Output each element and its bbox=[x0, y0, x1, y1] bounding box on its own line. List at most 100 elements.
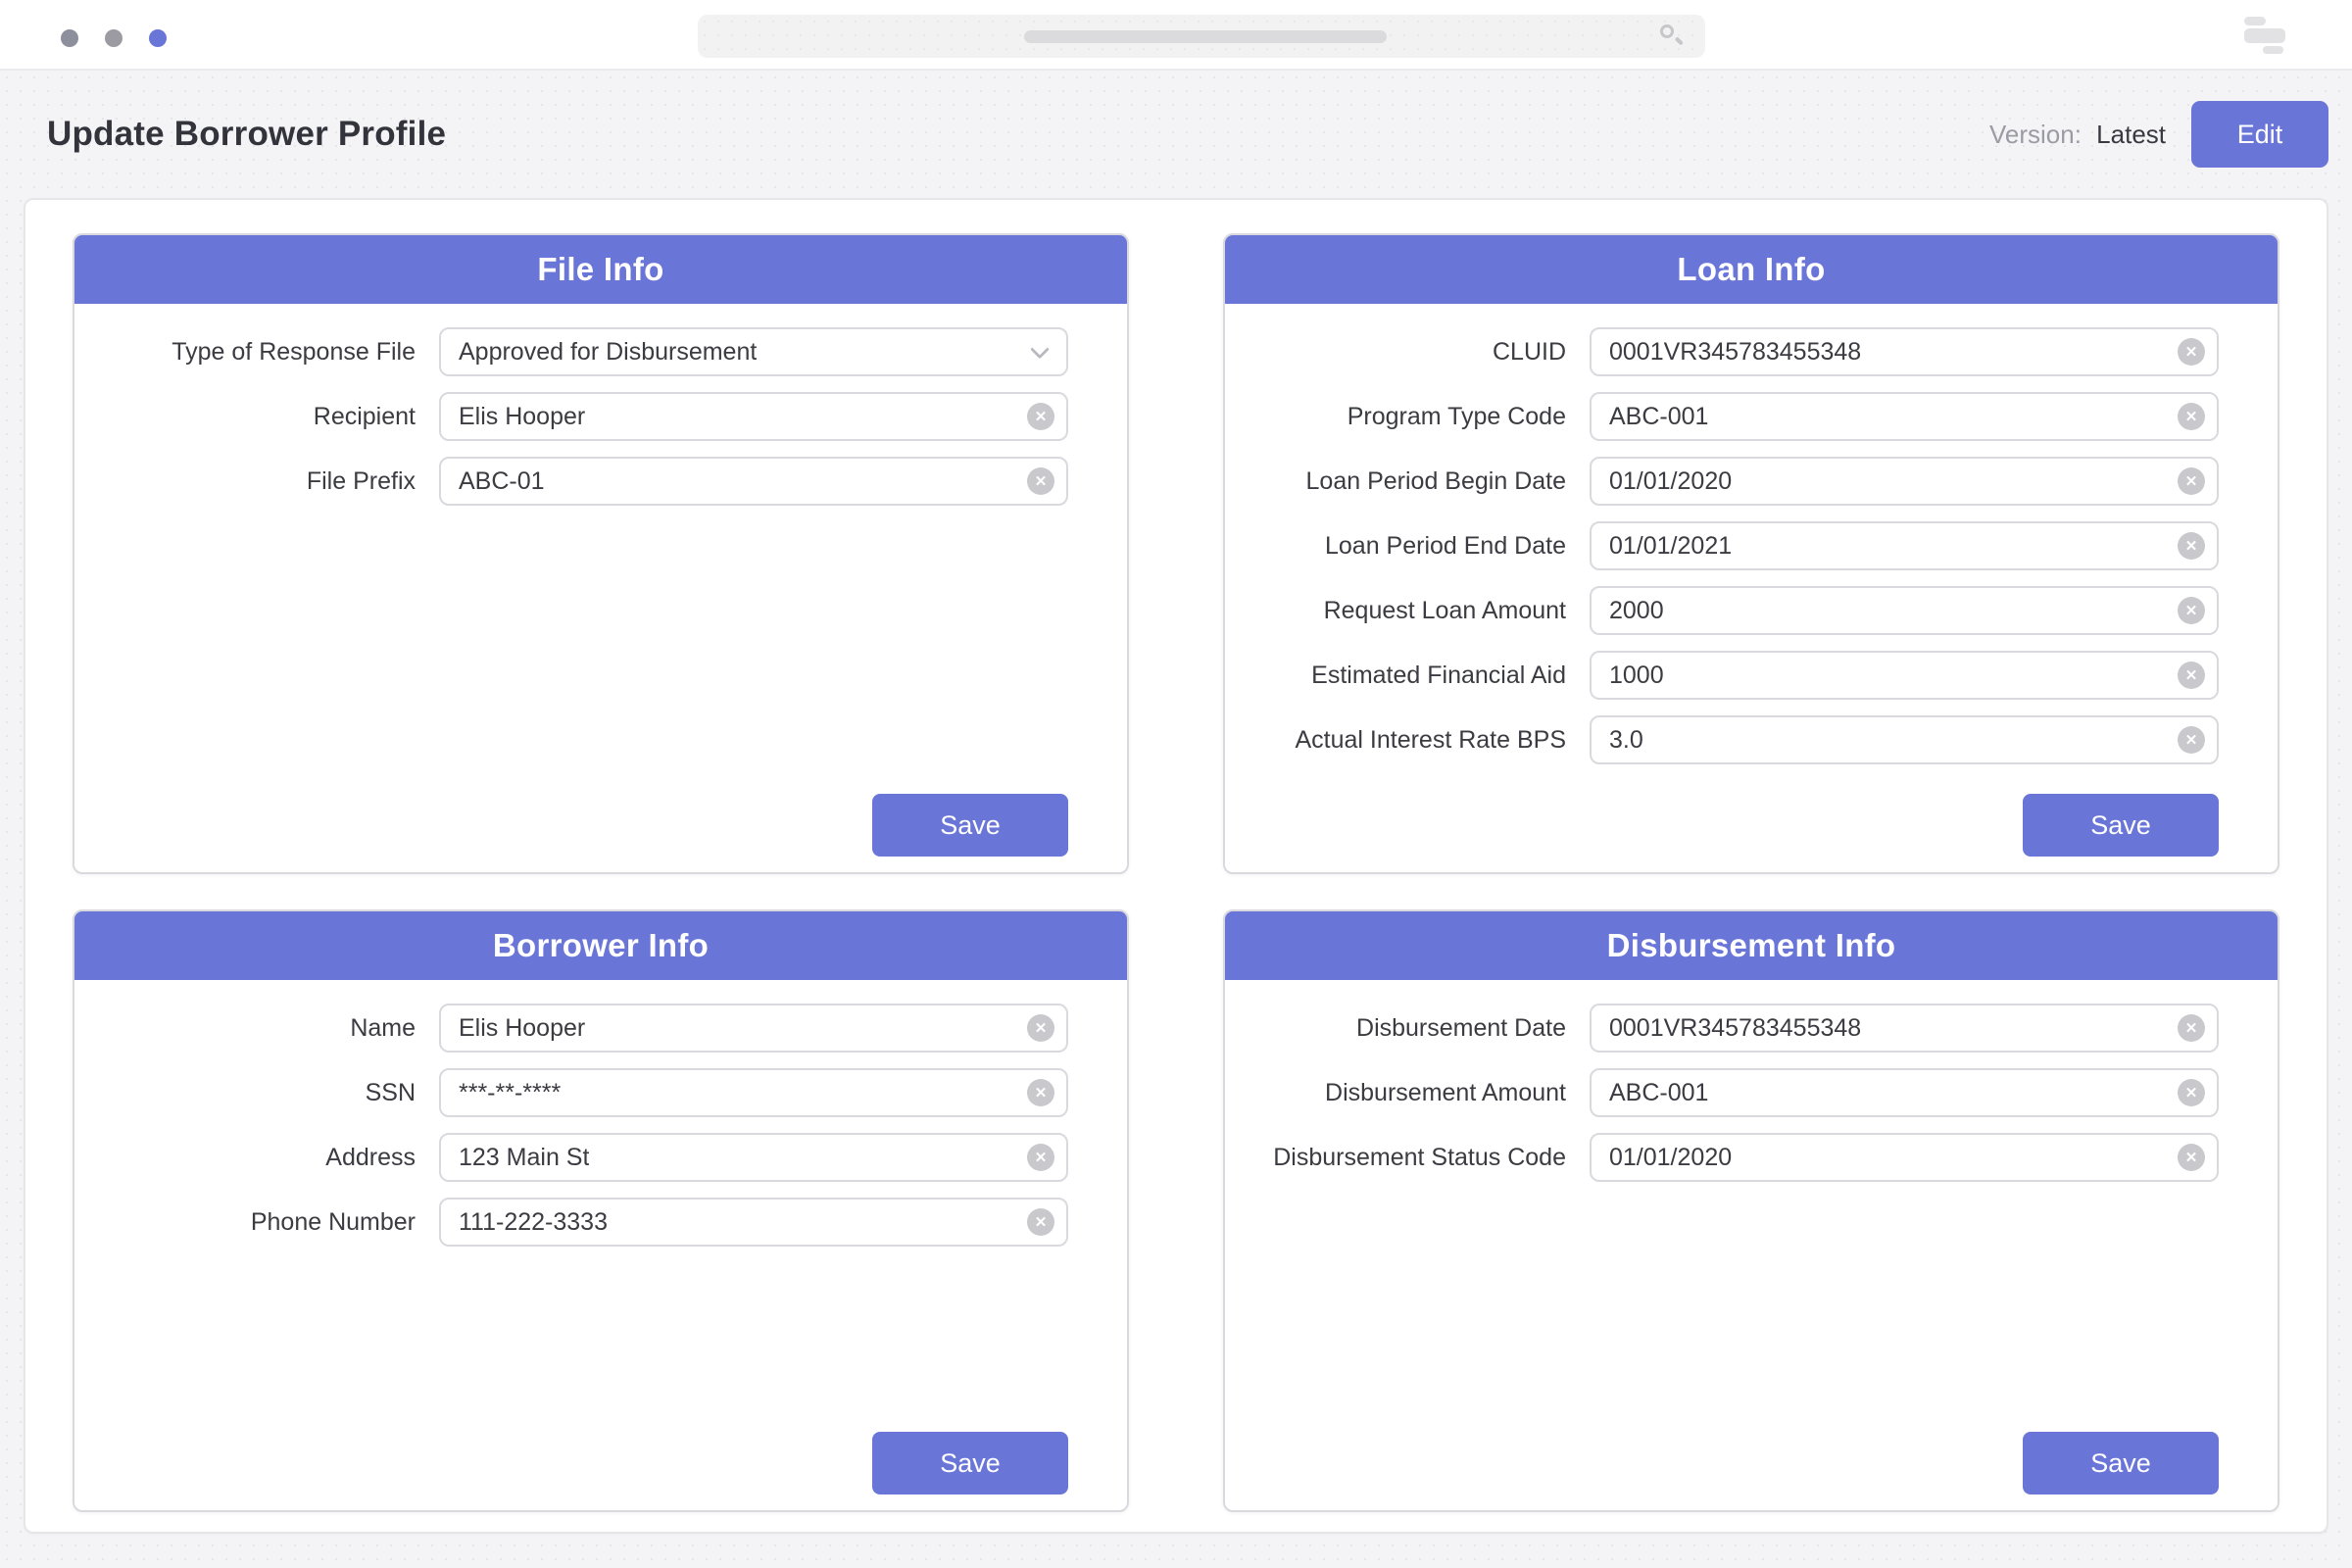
field-label: File Prefix bbox=[110, 467, 416, 496]
input-phone-number[interactable]: 111-222-3333 ✕ bbox=[439, 1198, 1068, 1247]
field-request-loan-amount: Request Loan Amount 2000 ✕ bbox=[1225, 586, 2278, 635]
field-name: Name Elis Hooper ✕ bbox=[74, 1004, 1127, 1053]
clear-icon[interactable]: ✕ bbox=[2178, 1014, 2205, 1042]
edit-button[interactable]: Edit bbox=[2191, 101, 2328, 168]
clear-icon[interactable]: ✕ bbox=[1027, 403, 1054, 430]
card-header: Loan Info bbox=[1225, 235, 2278, 304]
field-label: Phone Number bbox=[110, 1208, 416, 1237]
clear-icon[interactable]: ✕ bbox=[2178, 338, 2205, 366]
clear-icon[interactable]: ✕ bbox=[2178, 403, 2205, 430]
field-type-of-response-file: Type of Response File Approved for Disbu… bbox=[74, 327, 1127, 376]
input-disbursement-date[interactable]: 0001VR345783455348 ✕ bbox=[1590, 1004, 2219, 1053]
field-label: Recipient bbox=[110, 403, 416, 431]
field-label: Name bbox=[110, 1014, 416, 1043]
field-label: Program Type Code bbox=[1260, 403, 1566, 431]
window-dot-1[interactable] bbox=[61, 29, 78, 47]
clear-icon[interactable]: ✕ bbox=[1027, 1144, 1054, 1171]
save-row: Save bbox=[74, 794, 1127, 872]
clear-icon[interactable]: ✕ bbox=[1027, 1208, 1054, 1236]
field-value: 1000 bbox=[1609, 662, 1664, 690]
field-disbursement-status-code: Disbursement Status Code 01/01/2020 ✕ bbox=[1225, 1133, 2278, 1182]
field-estimated-financial-aid: Estimated Financial Aid 1000 ✕ bbox=[1225, 651, 2278, 700]
input-ssn[interactable]: ***-**-**** ✕ bbox=[439, 1068, 1068, 1117]
field-label: CLUID bbox=[1260, 338, 1566, 367]
card-header: Disbursement Info bbox=[1225, 911, 2278, 980]
field-disbursement-amount: Disbursement Amount ABC-001 ✕ bbox=[1225, 1068, 2278, 1117]
field-value: Approved for Disbursement bbox=[459, 338, 757, 367]
field-value: 111-222-3333 bbox=[459, 1208, 608, 1237]
save-button-loan-info[interactable]: Save bbox=[2023, 794, 2219, 857]
clear-icon[interactable]: ✕ bbox=[1027, 467, 1054, 495]
save-button-disbursement-info[interactable]: Save bbox=[2023, 1432, 2219, 1494]
clear-icon[interactable]: ✕ bbox=[1027, 1014, 1054, 1042]
input-disbursement-status-code[interactable]: 01/01/2020 ✕ bbox=[1590, 1133, 2219, 1182]
field-label: Disbursement Date bbox=[1260, 1014, 1566, 1043]
field-value: ABC-001 bbox=[1609, 403, 1708, 431]
field-label: Type of Response File bbox=[110, 338, 416, 367]
field-value: Elis Hooper bbox=[459, 403, 585, 431]
card-title: Borrower Info bbox=[493, 927, 709, 964]
input-recipient[interactable]: Elis Hooper ✕ bbox=[439, 392, 1068, 441]
page-header: Update Borrower Profile Version: Latest … bbox=[0, 71, 2352, 198]
window-dot-3[interactable] bbox=[149, 29, 167, 47]
field-value: 3.0 bbox=[1609, 726, 1643, 755]
address-search-bar[interactable] bbox=[698, 15, 1705, 58]
input-file-prefix[interactable]: ABC-01 ✕ bbox=[439, 457, 1068, 506]
clear-icon[interactable]: ✕ bbox=[2178, 1079, 2205, 1106]
clear-icon[interactable]: ✕ bbox=[2178, 532, 2205, 560]
select-type-of-response-file[interactable]: Approved for Disbursement bbox=[439, 327, 1068, 376]
field-label: Disbursement Status Code bbox=[1260, 1144, 1566, 1172]
card-grid: File Info Type of Response File Approved… bbox=[73, 233, 2279, 1512]
clear-icon[interactable]: ✕ bbox=[2178, 726, 2205, 754]
field-value: 0001VR345783455348 bbox=[1609, 1014, 1861, 1043]
version-label: Version: bbox=[1989, 120, 2082, 149]
field-address: Address 123 Main St ✕ bbox=[74, 1133, 1127, 1182]
card-disbursement-info: Disbursement Info Disbursement Date 0001… bbox=[1223, 909, 2279, 1512]
field-value: ABC-01 bbox=[459, 467, 545, 496]
field-phone-number: Phone Number 111-222-3333 ✕ bbox=[74, 1198, 1127, 1247]
field-value: 01/01/2020 bbox=[1609, 1144, 1732, 1172]
save-row: Save bbox=[74, 1432, 1127, 1510]
input-loan-period-begin-date[interactable]: 01/01/2020 ✕ bbox=[1590, 457, 2219, 506]
search-icon[interactable] bbox=[1660, 24, 1684, 48]
field-value: 123 Main St bbox=[459, 1144, 589, 1172]
chevron-down-icon bbox=[1030, 340, 1050, 360]
field-label: Request Loan Amount bbox=[1260, 597, 1566, 625]
field-value: ABC-001 bbox=[1609, 1079, 1708, 1107]
field-value: 2000 bbox=[1609, 597, 1664, 625]
save-row: Save bbox=[1225, 794, 2278, 872]
input-address[interactable]: 123 Main St ✕ bbox=[439, 1133, 1068, 1182]
input-request-loan-amount[interactable]: 2000 ✕ bbox=[1590, 586, 2219, 635]
save-button-borrower-info[interactable]: Save bbox=[872, 1432, 1068, 1494]
clear-icon[interactable]: ✕ bbox=[2178, 597, 2205, 624]
window-dot-2[interactable] bbox=[105, 29, 122, 47]
input-cluid[interactable]: 0001VR345783455348 ✕ bbox=[1590, 327, 2219, 376]
card-file-info: File Info Type of Response File Approved… bbox=[73, 233, 1129, 874]
field-label: Estimated Financial Aid bbox=[1260, 662, 1566, 690]
field-label: Address bbox=[110, 1144, 416, 1172]
card-title: Disbursement Info bbox=[1607, 927, 1896, 964]
input-estimated-financial-aid[interactable]: 1000 ✕ bbox=[1590, 651, 2219, 700]
field-recipient: Recipient Elis Hooper ✕ bbox=[74, 392, 1127, 441]
field-label: Actual Interest Rate BPS bbox=[1260, 726, 1566, 755]
field-cluid: CLUID 0001VR345783455348 ✕ bbox=[1225, 327, 2278, 376]
save-button-file-info[interactable]: Save bbox=[872, 794, 1068, 857]
clear-icon[interactable]: ✕ bbox=[1027, 1079, 1054, 1106]
input-actual-interest-rate-bps[interactable]: 3.0 ✕ bbox=[1590, 715, 2219, 764]
input-loan-period-end-date[interactable]: 01/01/2021 ✕ bbox=[1590, 521, 2219, 570]
clear-icon[interactable]: ✕ bbox=[2178, 662, 2205, 689]
clear-icon[interactable]: ✕ bbox=[2178, 1144, 2205, 1171]
card-fields: Type of Response File Approved for Disbu… bbox=[74, 304, 1127, 506]
input-disbursement-amount[interactable]: ABC-001 ✕ bbox=[1590, 1068, 2219, 1117]
card-borrower-info: Borrower Info Name Elis Hooper ✕ SSN ***… bbox=[73, 909, 1129, 1512]
clear-icon[interactable]: ✕ bbox=[2178, 467, 2205, 495]
window-controls bbox=[61, 29, 167, 47]
field-loan-period-begin-date: Loan Period Begin Date 01/01/2020 ✕ bbox=[1225, 457, 2278, 506]
page-background: Update Borrower Profile Version: Latest … bbox=[0, 71, 2352, 1568]
input-name[interactable]: Elis Hooper ✕ bbox=[439, 1004, 1068, 1053]
field-label: SSN bbox=[110, 1079, 416, 1107]
input-program-type-code[interactable]: ABC-001 ✕ bbox=[1590, 392, 2219, 441]
card-header: Borrower Info bbox=[74, 911, 1127, 980]
card-fields: Disbursement Date 0001VR345783455348 ✕ D… bbox=[1225, 980, 2278, 1182]
app-menu-icon[interactable] bbox=[2244, 17, 2290, 54]
